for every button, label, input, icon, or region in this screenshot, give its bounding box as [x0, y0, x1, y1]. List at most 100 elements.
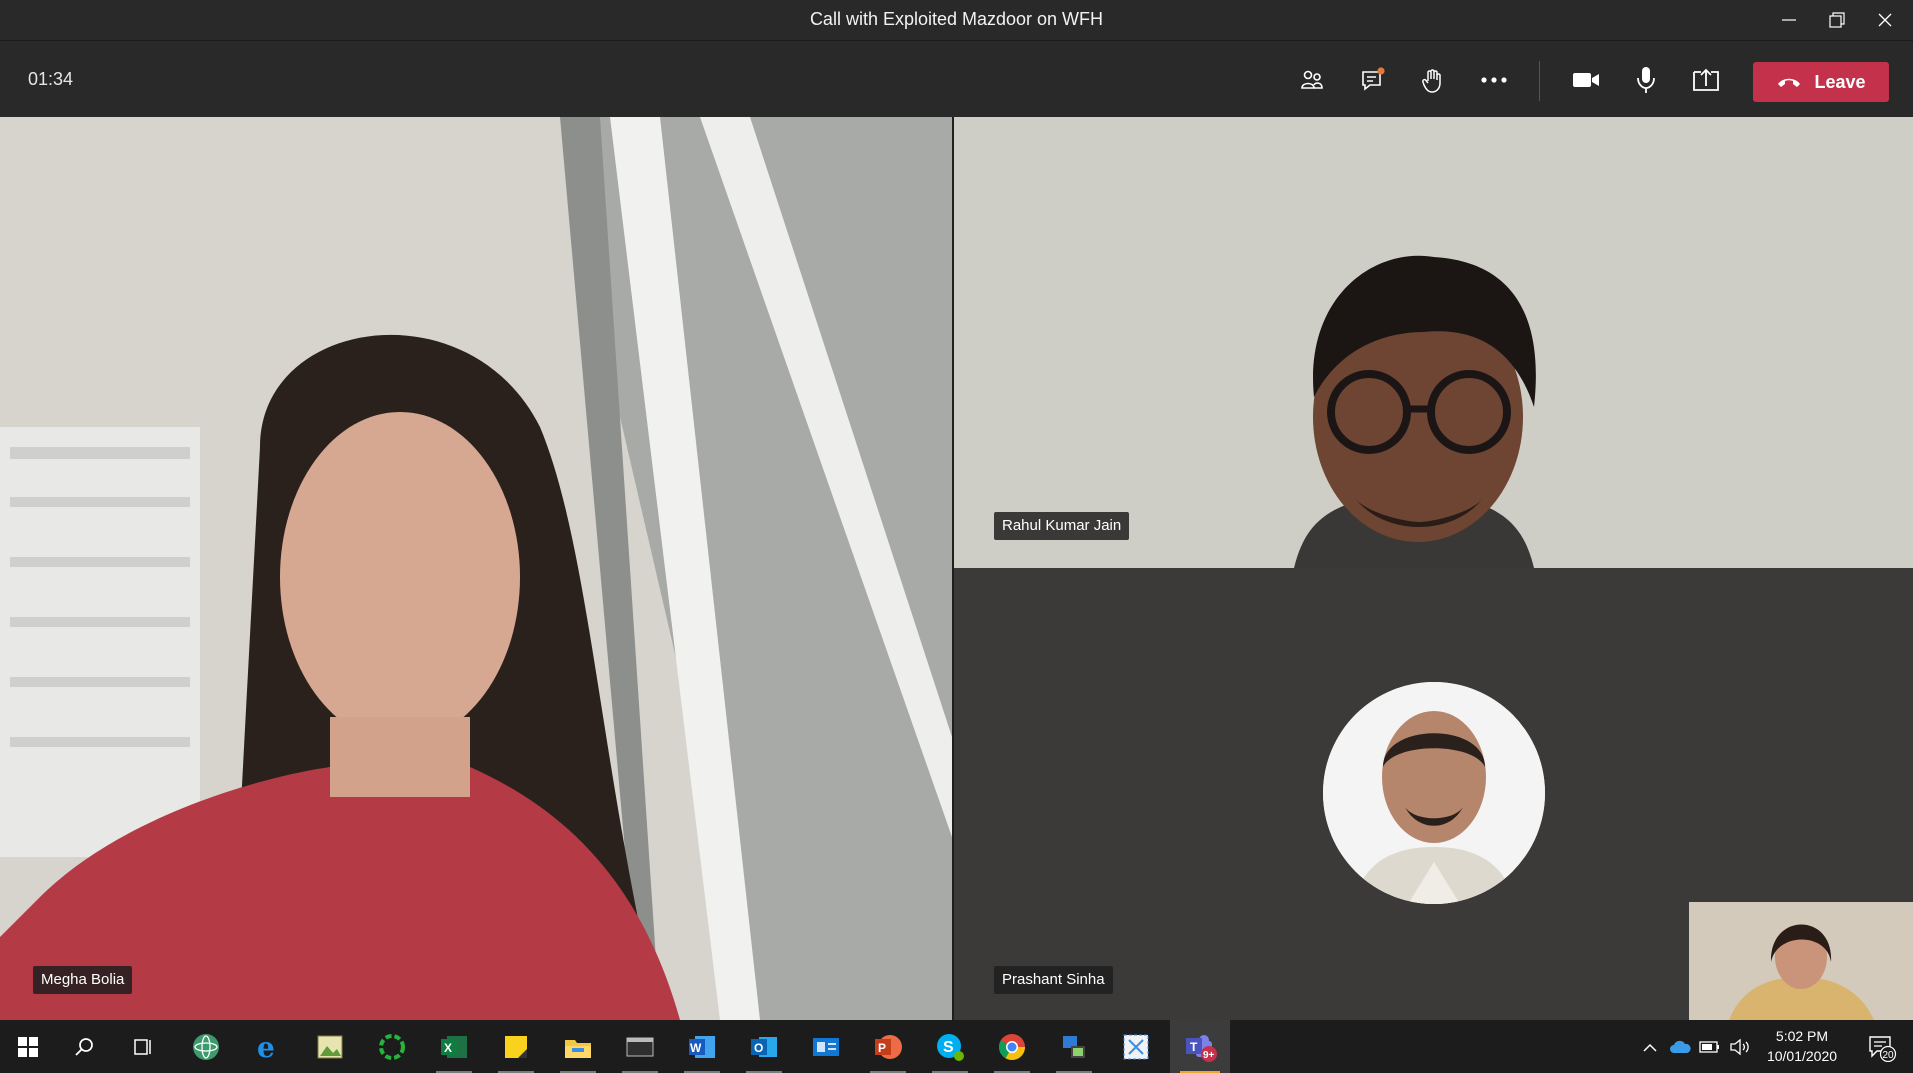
taskbar-app-skype[interactable]: S — [922, 1020, 978, 1073]
svg-text:e: e — [257, 1032, 275, 1062]
leave-label: Leave — [1814, 71, 1866, 92]
show-hidden-icons-button[interactable] — [1636, 1020, 1664, 1073]
speaker-icon — [1730, 1038, 1749, 1055]
svg-text:X: X — [444, 1041, 452, 1055]
taskbar-app-file-explorer[interactable] — [550, 1020, 606, 1073]
taskbar-app-outlook-card[interactable] — [798, 1020, 854, 1073]
window-title: Call with Exploited Mazdoor on WFH — [809, 9, 1104, 29]
sticky-notes-icon — [505, 1035, 527, 1058]
cloud-icon — [1670, 1040, 1691, 1053]
svg-text:T: T — [1190, 1040, 1198, 1054]
taskbar-app-word[interactable]: W — [674, 1020, 730, 1073]
task-view-icon — [134, 1038, 151, 1055]
video-stage: Megha Bolia Rahul Kumar Jain Prashant Si… — [0, 117, 1913, 1020]
taskbar-app-powerpoint[interactable]: P — [860, 1020, 916, 1073]
participant-video — [954, 117, 1913, 568]
snipping-icon — [1123, 1034, 1149, 1059]
taskbar-app-ie[interactable]: e — [240, 1020, 296, 1073]
clock-date: 10/01/2020 — [1766, 1048, 1838, 1064]
atom-app-icon — [193, 1033, 219, 1060]
image-viewer-icon — [317, 1035, 343, 1058]
taskbar-app-sticky-notes[interactable] — [488, 1020, 544, 1073]
chat-badge-dot — [1377, 67, 1385, 75]
file-explorer-icon — [565, 1039, 591, 1058]
ellipsis-icon — [1481, 77, 1507, 83]
microphone-icon — [1637, 67, 1655, 93]
participant-name-rahul: Rahul Kumar Jain — [994, 512, 1130, 540]
participant-video — [0, 117, 952, 1020]
raise-hand-button[interactable] — [1413, 60, 1453, 100]
system-clock[interactable]: 5:02 PM 10/01/2020 — [1750, 1026, 1854, 1066]
notification-count: 20 — [1883, 1050, 1895, 1061]
self-view-feed — [1689, 902, 1913, 1020]
terminal-icon — [626, 1037, 654, 1056]
chat-icon — [1362, 67, 1385, 91]
minimize-button[interactable] — [1765, 0, 1813, 40]
chrome-icon — [998, 1033, 1026, 1060]
participant-tile-megha[interactable]: Megha Bolia — [0, 117, 952, 1020]
more-actions-button[interactable] — [1474, 60, 1514, 100]
camera-button[interactable] — [1566, 60, 1606, 100]
taskbar-app-outlook[interactable]: O — [736, 1020, 792, 1073]
teams-icon: T 9+ — [1186, 1034, 1217, 1062]
taskbar-app-excel[interactable]: X — [426, 1020, 482, 1073]
avatar — [1323, 682, 1545, 904]
share-tray-icon — [1693, 68, 1719, 91]
word-icon: W — [689, 1035, 715, 1058]
share-content-button[interactable] — [1686, 60, 1726, 100]
taskbar-app-atom[interactable] — [178, 1020, 234, 1073]
powerpoint-icon: P — [875, 1034, 902, 1059]
participant-tile-rahul[interactable]: Rahul Kumar Jain — [954, 117, 1913, 568]
excel-icon: X — [441, 1035, 467, 1058]
battery-button[interactable] — [1696, 1020, 1724, 1073]
taskbar-app-terminal[interactable] — [612, 1020, 668, 1073]
search-icon — [75, 1037, 93, 1056]
notifications-button[interactable]: 20 — [1860, 1020, 1904, 1073]
svg-text:P: P — [878, 1041, 886, 1055]
restore-icon — [1829, 12, 1845, 28]
taskbar-app-image-viewer[interactable] — [302, 1020, 358, 1073]
refresh-app-icon — [379, 1033, 405, 1060]
outlook-icon: O — [751, 1036, 777, 1057]
taskbar-app-snipping[interactable] — [1108, 1020, 1164, 1073]
close-window-button[interactable] — [1861, 0, 1909, 40]
hang-up-icon — [1778, 78, 1801, 87]
chevron-up-icon — [1643, 1043, 1657, 1052]
title-bar: Call with Exploited Mazdoor on WFH — [0, 0, 1913, 40]
taskbar-search-button[interactable] — [56, 1020, 112, 1073]
action-center-icon: 20 — [1869, 1035, 1897, 1062]
taskbar-app-teams[interactable]: T 9+ — [1170, 1020, 1230, 1073]
network-app-icon — [1063, 1035, 1085, 1058]
participant-name-prashant: Prashant Sinha — [994, 966, 1113, 994]
people-icon — [1301, 70, 1323, 89]
mic-button[interactable] — [1626, 60, 1666, 100]
video-camera-icon — [1573, 73, 1599, 87]
windows-start-icon — [18, 1036, 38, 1057]
clock-time: 5:02 PM — [1775, 1028, 1829, 1044]
teams-badge: 9+ — [1203, 1050, 1215, 1061]
participant-avatar-prashant — [1323, 682, 1545, 904]
internet-explorer-icon: e — [257, 1032, 275, 1062]
windows-taskbar: e X W O P S T 9+ 5:02 PM 10/01/2020 20 — [0, 1020, 1913, 1073]
leave-button[interactable]: Leave — [1753, 62, 1889, 102]
self-view-video[interactable] — [1689, 902, 1913, 1020]
hand-icon — [1422, 69, 1441, 93]
taskbar-app-refresh[interactable] — [364, 1020, 420, 1073]
onedrive-button[interactable] — [1666, 1020, 1694, 1073]
restore-button[interactable] — [1813, 0, 1861, 40]
battery-icon — [1699, 1040, 1719, 1053]
svg-text:W: W — [690, 1041, 702, 1055]
svg-text:S: S — [943, 1039, 954, 1056]
close-icon — [1878, 13, 1892, 27]
outlook-card-icon — [813, 1037, 839, 1056]
start-button[interactable] — [0, 1020, 56, 1073]
task-view-button[interactable] — [115, 1020, 171, 1073]
toolbar-divider — [1539, 61, 1540, 101]
chat-button[interactable] — [1353, 60, 1393, 100]
call-timer: 01:34 — [28, 69, 74, 89]
taskbar-app-chrome[interactable] — [984, 1020, 1040, 1073]
taskbar-app-network[interactable] — [1046, 1020, 1102, 1073]
skype-icon: S — [937, 1033, 964, 1061]
participants-button[interactable] — [1292, 60, 1332, 100]
meeting-toolbar: 01:34 Leave — [0, 40, 1913, 118]
